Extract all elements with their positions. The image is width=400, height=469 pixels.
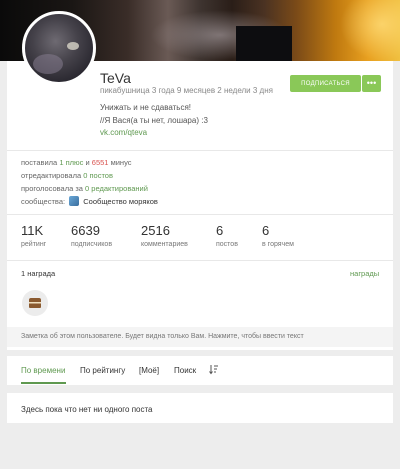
subscribe-button[interactable]: ПОДПИСАТЬСЯ: [290, 75, 361, 92]
profile-page: TeVa пикабушница 3 года 9 месяцев 2 неде…: [0, 0, 400, 469]
edit-votes-fact: проголосовала за 0 редактирований: [21, 184, 148, 193]
stat-subscribers[interactable]: 6639 подписчиков: [71, 223, 112, 248]
stat-value: 6639: [71, 223, 100, 238]
username: TeVa: [100, 70, 131, 86]
bio-link[interactable]: vk.com/qteva: [100, 128, 147, 137]
edit-votes-prefix: проголосовала за: [21, 184, 83, 193]
edit-votes-count: 0 редактирований: [85, 184, 148, 193]
user-note-placeholder[interactable]: Заметка об этом пользователе. Будет видн…: [21, 333, 304, 340]
minus-count: 6551: [91, 158, 109, 167]
award-cake-icon[interactable]: [22, 290, 48, 316]
votes-suffix: минус: [110, 158, 132, 167]
community-icon: [69, 196, 80, 206]
tab-search[interactable]: Поиск: [174, 366, 196, 375]
edited-fact: отредактировала 0 постов: [21, 171, 113, 180]
communities-fact: сообщества: Сообщество моряков: [21, 196, 158, 206]
stat-comments[interactable]: 2516 комментариев: [141, 223, 188, 248]
empty-posts-message: Здесь пока что нет ни одного поста: [21, 405, 153, 414]
stat-value: 2516: [141, 223, 170, 238]
bio-line-2: //Я Вася(а ты нет, лошара) :3: [100, 116, 208, 125]
more-options-button[interactable]: •••: [362, 75, 381, 92]
active-tab-indicator: [21, 382, 66, 384]
tab-mine[interactable]: [Моё]: [139, 366, 159, 375]
sort-icon[interactable]: [209, 364, 219, 377]
edited-prefix: отредактировала: [21, 171, 82, 180]
account-age: пикабушница 3 года 9 месяцев 2 недели 3 …: [100, 86, 273, 95]
stat-rating: 11K рейтинг: [21, 223, 46, 248]
stat-hot[interactable]: 6 в горячем: [262, 223, 294, 248]
community-link[interactable]: Сообщество моряков: [83, 197, 158, 206]
votes-prefix: поставила: [21, 158, 58, 167]
tab-by-time[interactable]: По времени: [21, 366, 65, 375]
stat-posts[interactable]: 6 постов: [216, 223, 238, 248]
stat-value: 6: [216, 223, 224, 238]
edited-count: 0 постов: [83, 171, 113, 180]
stat-label: комментариев: [141, 241, 188, 248]
avatar[interactable]: [22, 11, 96, 85]
stat-label: постов: [216, 241, 238, 248]
tab-by-rating[interactable]: По рейтингу: [80, 366, 125, 375]
plus-count: 1 плюс: [59, 158, 84, 167]
stat-value: 11K: [21, 223, 44, 238]
stat-label: подписчиков: [71, 241, 113, 248]
bio-line-1: Унижать и не сдаваться!: [100, 103, 192, 112]
divider: [7, 150, 393, 151]
divider: [7, 260, 393, 261]
awards-count: 1 награда: [21, 269, 56, 278]
votes-fact: поставила 1 плюс и 6551 минус: [21, 158, 131, 167]
votes-mid: и: [85, 158, 90, 167]
stat-label: в горячем: [262, 241, 294, 248]
stat-value: 6: [262, 223, 270, 238]
divider: [7, 214, 393, 215]
awards-link[interactable]: награды: [350, 269, 379, 278]
communities-prefix: сообщества:: [21, 197, 66, 206]
stat-label: рейтинг: [21, 241, 47, 248]
